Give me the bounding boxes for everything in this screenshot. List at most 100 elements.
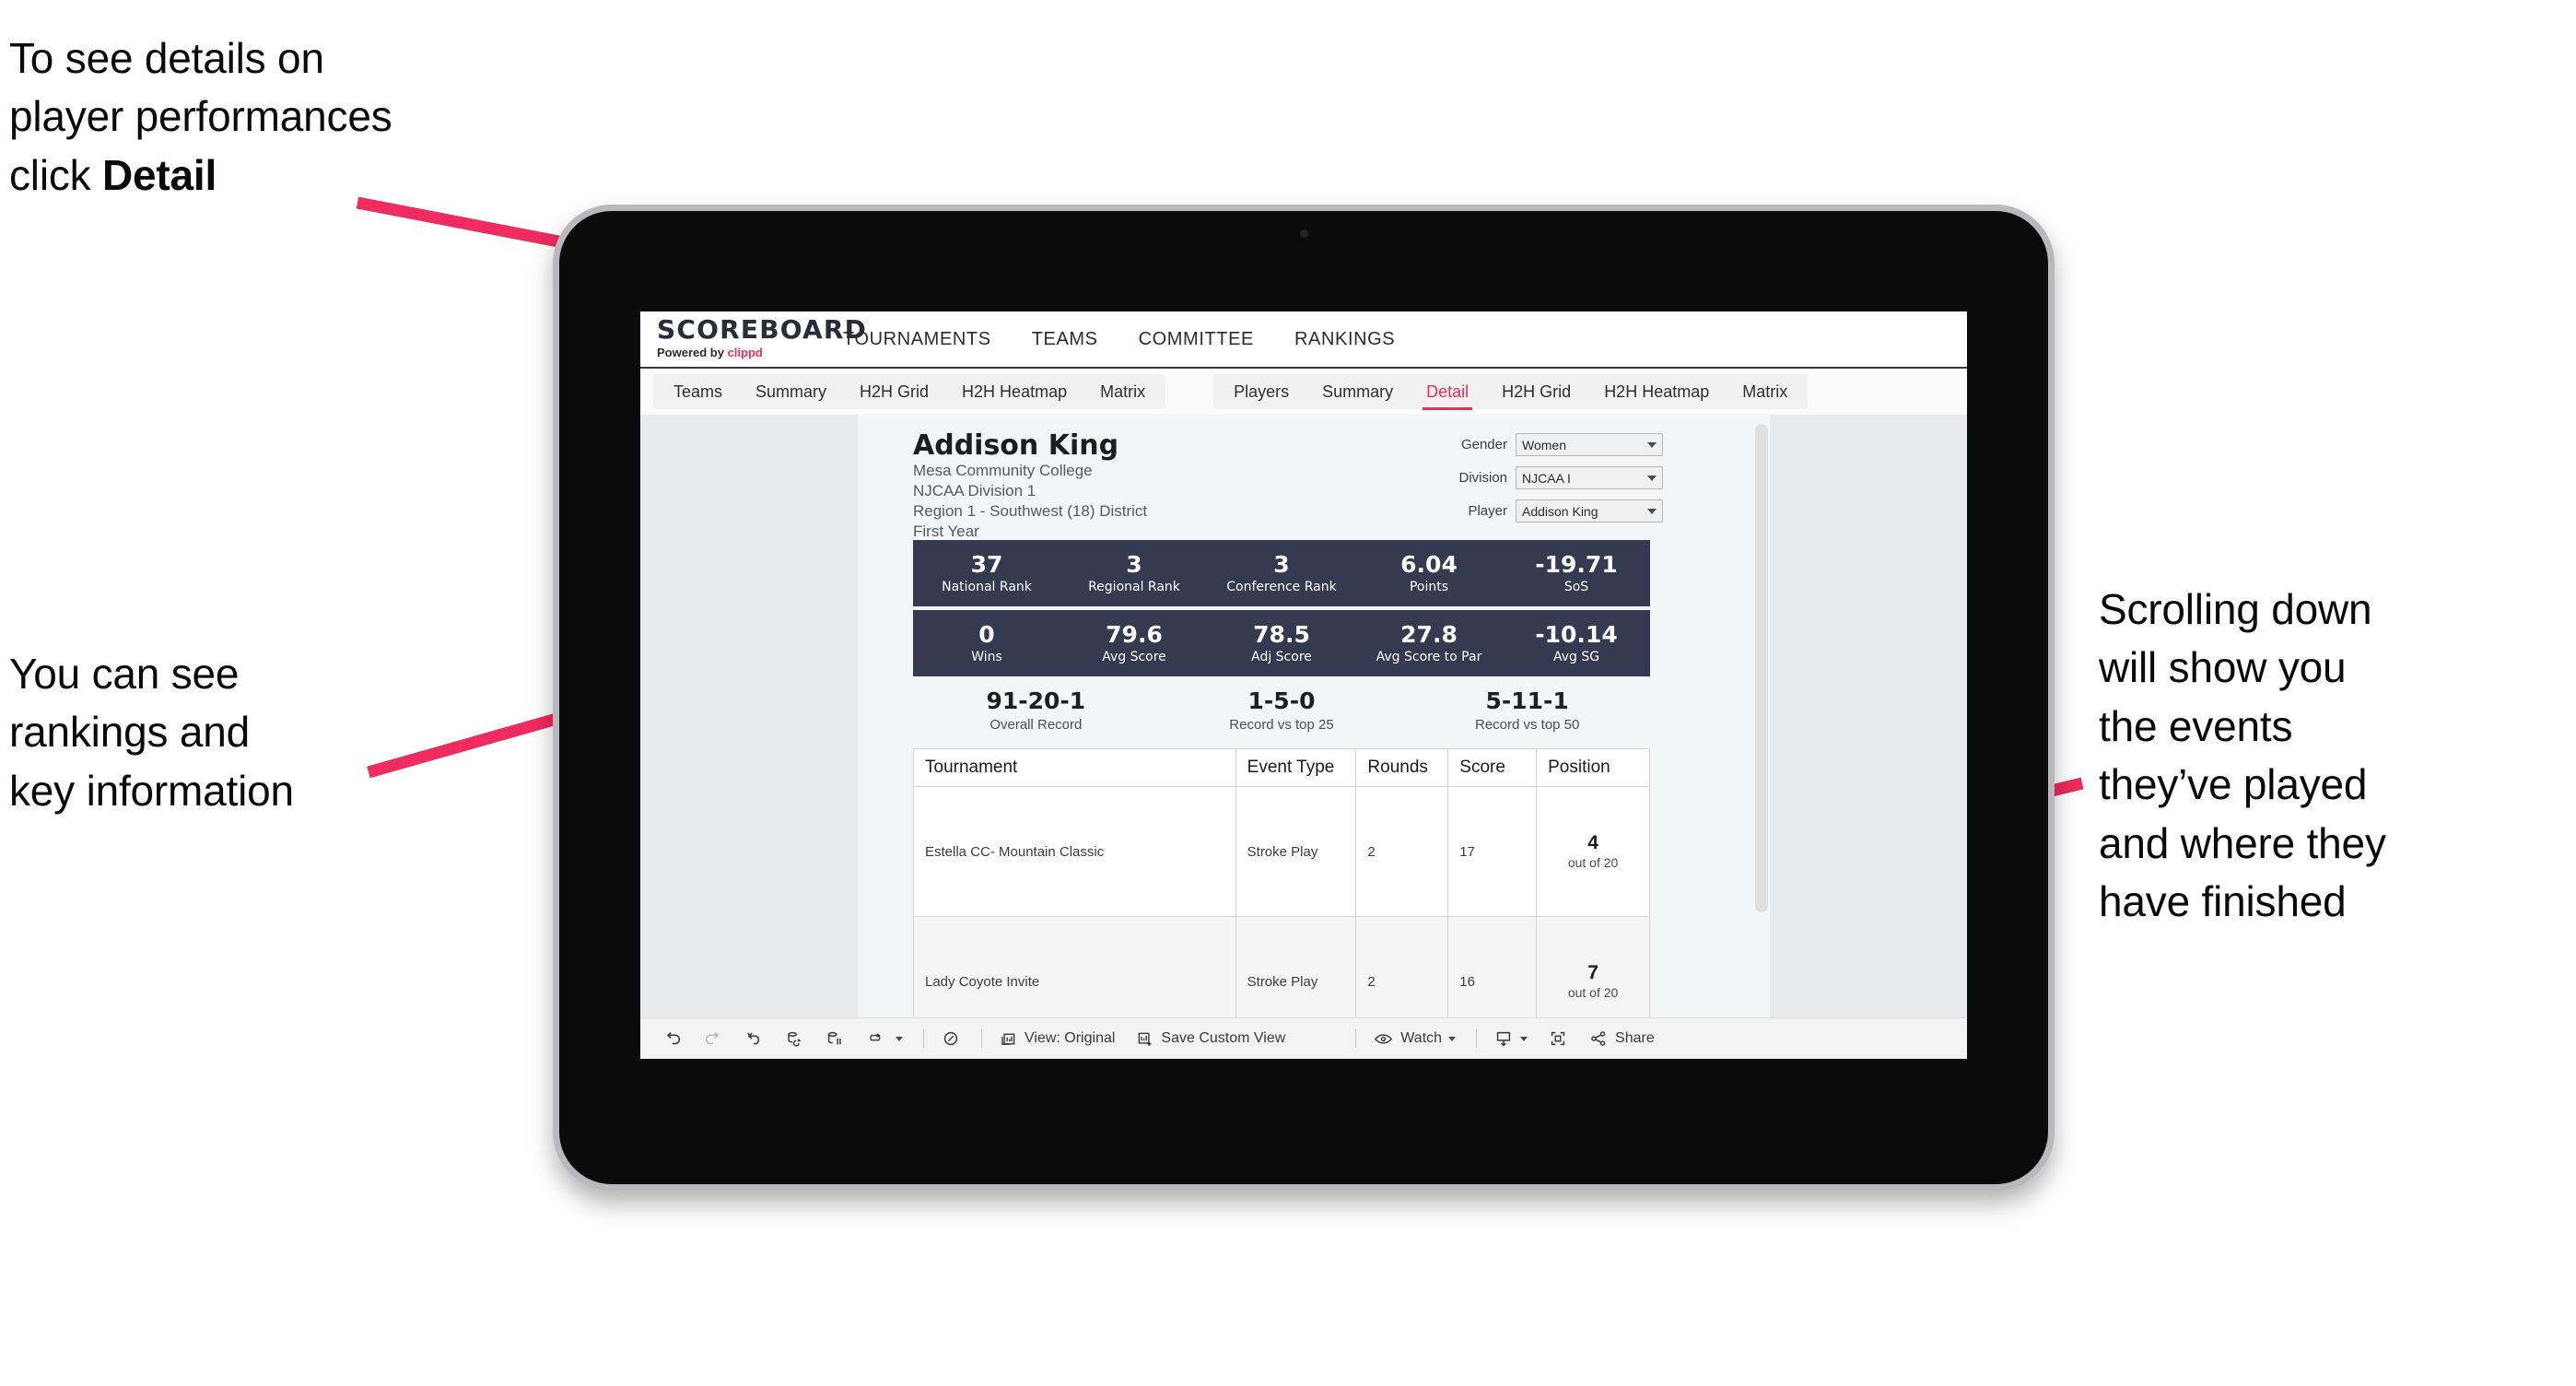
annotation-line: Scrolling down bbox=[2099, 585, 2372, 633]
stat-label: Avg SG bbox=[1552, 650, 1600, 665]
tab-players-detail[interactable]: Detail bbox=[1410, 374, 1485, 410]
table-row[interactable]: Estella CC- Mountain Classic Stroke Play… bbox=[913, 786, 1650, 917]
record-label: Record vs top 50 bbox=[1474, 716, 1580, 733]
download-button[interactable] bbox=[1493, 1028, 1528, 1049]
annotation-line: and where they bbox=[2099, 818, 2386, 867]
stat-label: Conference Rank bbox=[1226, 580, 1337, 595]
stat-sos: -19.71 SoS bbox=[1503, 552, 1650, 595]
record-label: Overall Record bbox=[989, 716, 1083, 733]
filter-player-value: Addison King bbox=[1522, 503, 1598, 519]
brand-powered-prefix: Powered by bbox=[657, 346, 728, 359]
stat-points: 6.04 Points bbox=[1355, 552, 1503, 595]
position-out-of: out of 20 bbox=[1567, 985, 1619, 1001]
stat-label: SoS bbox=[1563, 580, 1589, 595]
chevron-down-icon bbox=[896, 1036, 903, 1041]
revert-button[interactable] bbox=[744, 1028, 764, 1049]
dashboard-sheet-background: Addison King Mesa Community College NJCA… bbox=[858, 415, 1770, 1047]
redo-button[interactable] bbox=[703, 1028, 723, 1049]
toolbar-divider bbox=[923, 1029, 924, 1048]
tab-group-teams: Teams Summary H2H Grid H2H Heatmap Matri… bbox=[653, 374, 1166, 409]
stat-label: Points bbox=[1409, 580, 1449, 595]
tab-teams-summary[interactable]: Summary bbox=[739, 374, 843, 409]
share-label: Share bbox=[1615, 1030, 1655, 1046]
stat-regional-rank: 3 Regional Rank bbox=[1060, 552, 1208, 595]
top-nav-item-teams[interactable]: TEAMS bbox=[1012, 311, 1118, 367]
stat-value: 78.5 bbox=[1253, 620, 1310, 648]
column-header-position[interactable]: Position bbox=[1536, 748, 1650, 787]
tab-teams-matrix[interactable]: Matrix bbox=[1083, 374, 1162, 409]
watch-label: Watch bbox=[1400, 1030, 1443, 1046]
column-header-tournament[interactable]: Tournament bbox=[913, 748, 1236, 787]
tab-teams-h2h-heatmap[interactable]: H2H Heatmap bbox=[945, 374, 1083, 409]
filter-player-label: Player bbox=[1468, 503, 1507, 519]
chevron-down-icon bbox=[1647, 475, 1657, 481]
pan-mode-button[interactable] bbox=[865, 1028, 903, 1049]
filter-player: Player Addison King bbox=[1433, 499, 1663, 523]
tab-teams[interactable]: Teams bbox=[657, 374, 739, 409]
stat-label: Avg Score bbox=[1102, 650, 1166, 665]
stat-row-rankings: 37 National Rank 3 Regional Rank 3 Confe… bbox=[913, 540, 1650, 606]
stat-value: 3 bbox=[1126, 550, 1142, 578]
pause-auto-updates-button[interactable] bbox=[825, 1028, 845, 1049]
filter-division-value: NJCAA I bbox=[1522, 470, 1571, 486]
stat-value: 6.04 bbox=[1400, 550, 1458, 578]
top-nav-item-committee[interactable]: COMMITTEE bbox=[1118, 311, 1274, 367]
share-button[interactable]: Share bbox=[1588, 1028, 1655, 1049]
tab-players-h2h-heatmap[interactable]: H2H Heatmap bbox=[1587, 374, 1726, 409]
column-header-event-type[interactable]: Event Type bbox=[1235, 748, 1357, 787]
filter-gender-select[interactable]: Women bbox=[1516, 433, 1663, 456]
annotation-line: You can see bbox=[9, 650, 240, 698]
tab-players-h2h-grid[interactable]: H2H Grid bbox=[1485, 374, 1587, 409]
record-vs-top-50: 5-11-1 Record vs top 50 bbox=[1404, 688, 1650, 733]
tab-players-summary[interactable]: Summary bbox=[1306, 374, 1410, 409]
save-custom-view-label: Save Custom View bbox=[1161, 1030, 1286, 1046]
top-nav-item-rankings[interactable]: RANKINGS bbox=[1274, 311, 1415, 367]
stat-wins: 0 Wins bbox=[913, 622, 1060, 665]
annotation-line: player performances bbox=[9, 92, 392, 141]
stat-national-rank: 37 National Rank bbox=[913, 552, 1060, 595]
record-row: 91-20-1 Overall Record 1-5-0 Record vs t… bbox=[913, 676, 1650, 745]
filter-division-label: Division bbox=[1458, 470, 1507, 486]
annotation-line: have finished bbox=[2099, 877, 2347, 926]
tablet-screen: SCOREBOARD Powered by clippd TOURNAMENTS… bbox=[640, 311, 1967, 1059]
chevron-down-icon bbox=[1520, 1036, 1528, 1041]
top-nav-item-tournaments[interactable]: TOURNAMENTS bbox=[823, 311, 1012, 367]
tab-players-matrix[interactable]: Matrix bbox=[1726, 374, 1804, 409]
refresh-data-button[interactable] bbox=[784, 1028, 804, 1049]
filter-gender-label: Gender bbox=[1460, 437, 1507, 452]
tablet-device: SCOREBOARD Powered by clippd TOURNAMENTS… bbox=[553, 205, 2055, 1191]
filter-gender-value: Women bbox=[1522, 437, 1566, 452]
cell-tournament: Estella CC- Mountain Classic bbox=[913, 786, 1236, 917]
tab-players[interactable]: Players bbox=[1217, 374, 1306, 409]
annotation-right: Scrolling down will show you the events … bbox=[2099, 581, 2541, 932]
bottom-toolbar: View: Original Save Custom View Watch Sh… bbox=[640, 1017, 1967, 1059]
annotation-mid-left: You can see rankings and key information bbox=[9, 645, 525, 820]
tab-teams-h2h-grid[interactable]: H2H Grid bbox=[843, 374, 945, 409]
brand-logo[interactable]: SCOREBOARD Powered by clippd bbox=[640, 311, 866, 367]
chevron-down-icon bbox=[1448, 1036, 1457, 1041]
app-header: SCOREBOARD Powered by clippd TOURNAMENTS… bbox=[640, 311, 1967, 369]
filter-division: Division NJCAA I bbox=[1433, 466, 1663, 489]
watch-button[interactable]: Watch bbox=[1373, 1029, 1457, 1049]
stat-value: -19.71 bbox=[1535, 550, 1618, 578]
fullscreen-button[interactable] bbox=[1548, 1028, 1568, 1049]
column-header-score[interactable]: Score bbox=[1447, 748, 1538, 787]
view-original-button[interactable]: View: Original bbox=[999, 1029, 1115, 1049]
vertical-scrollbar[interactable] bbox=[1755, 424, 1768, 912]
filter-division-select[interactable]: NJCAA I bbox=[1516, 466, 1663, 489]
view-original-label: View: Original bbox=[1025, 1030, 1116, 1046]
column-header-rounds[interactable]: Rounds bbox=[1355, 748, 1449, 787]
chevron-down-icon bbox=[1647, 508, 1657, 514]
stat-value: 79.6 bbox=[1106, 620, 1163, 648]
tab-group-players: Players Summary Detail H2H Grid H2H Heat… bbox=[1213, 374, 1809, 410]
filter-player-select[interactable]: Addison King bbox=[1516, 499, 1663, 523]
stat-avg-sg: -10.14 Avg SG bbox=[1503, 622, 1650, 665]
cell-event-type: Stroke Play bbox=[1235, 786, 1357, 917]
tab-strip: Teams Summary H2H Grid H2H Heatmap Matri… bbox=[640, 369, 1967, 416]
show-hide-dashboard-button[interactable] bbox=[941, 1028, 961, 1049]
stat-value: -10.14 bbox=[1535, 620, 1618, 648]
visualization-canvas: Addison King Mesa Community College NJCA… bbox=[640, 415, 1967, 1047]
save-custom-view-button[interactable]: Save Custom View bbox=[1135, 1029, 1285, 1049]
annotation-line: the events bbox=[2099, 701, 2293, 750]
undo-button[interactable] bbox=[662, 1028, 683, 1049]
